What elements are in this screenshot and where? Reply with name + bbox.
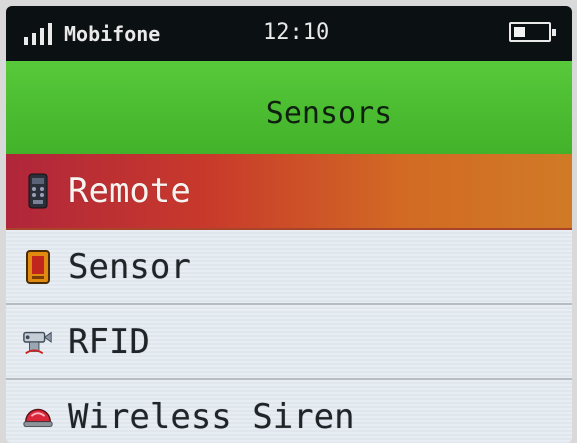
- battery-level: [514, 27, 525, 37]
- clock: 12:10: [263, 20, 330, 45]
- sensor-menu: Remote Sensor RFID Wireless Siren: [6, 154, 572, 443]
- title-bar: Sensors: [6, 61, 572, 154]
- menu-item-remote[interactable]: Remote: [6, 154, 572, 230]
- siren-icon: [22, 398, 54, 436]
- page-title: Sensors: [265, 96, 393, 131]
- carrier-name: Mobifone: [64, 21, 161, 46]
- menu-item-label: RFID: [68, 321, 150, 362]
- status-bar: Mobifone 12:10: [6, 6, 572, 61]
- rfid-icon: [22, 323, 54, 361]
- battery-icon: [509, 22, 556, 42]
- menu-item-rfid[interactable]: RFID: [6, 305, 572, 380]
- menu-item-sensor[interactable]: Sensor: [6, 230, 572, 305]
- menu-item-wireless-siren[interactable]: Wireless Siren: [6, 380, 572, 443]
- remote-icon: [22, 172, 54, 210]
- menu-item-label: Sensor: [68, 246, 191, 287]
- signal-strength-icon: [24, 22, 52, 45]
- device-screen: Mobifone 12:10 Sensors Remote Sensor RFI…: [6, 6, 572, 443]
- sensor-icon: [22, 248, 54, 286]
- menu-item-label: Wireless Siren: [68, 396, 355, 437]
- menu-item-label: Remote: [68, 171, 191, 211]
